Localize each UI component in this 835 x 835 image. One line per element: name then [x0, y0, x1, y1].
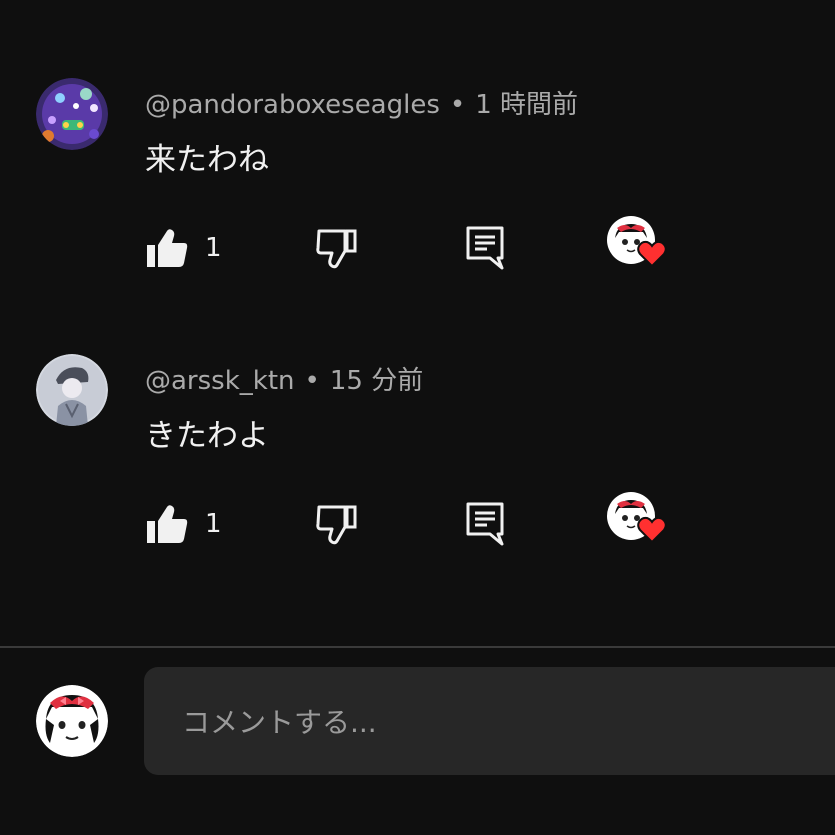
comment-actions: 1 [145, 216, 705, 272]
author-avatar[interactable] [36, 78, 108, 150]
comments-panel: @pandoraboxeseagles • 1 時間前 来たわね 1 @arss… [0, 0, 835, 835]
creator-heart [607, 492, 669, 544]
heart-icon [637, 516, 667, 544]
reply-icon [466, 502, 504, 546]
comment-time[interactable]: 15 分前 [330, 366, 423, 396]
heart-icon [637, 240, 667, 268]
meta-separator: • [304, 366, 320, 396]
creator-heart [607, 216, 669, 268]
comment-input[interactable]: コメントする... [144, 667, 835, 775]
comment-input-placeholder: コメントする... [182, 706, 377, 739]
comment-time[interactable]: 1 時間前 [475, 90, 578, 120]
like-count: 1 [205, 509, 222, 539]
reply-icon [466, 226, 504, 270]
like-button[interactable]: 1 [145, 500, 222, 548]
author-name[interactable]: @arssk_ktn [145, 366, 295, 396]
dislike-button[interactable] [315, 500, 359, 548]
author-avatar[interactable] [36, 354, 108, 426]
comment-text: きたわよ [145, 418, 269, 454]
thumbs-down-icon [316, 229, 357, 269]
comment-meta: @pandoraboxeseagles • 1 時間前 [145, 84, 578, 121]
comment-actions: 1 [145, 492, 705, 548]
composer-divider [0, 646, 835, 648]
like-count: 1 [205, 233, 222, 263]
purple-creature-avatar-icon [36, 78, 108, 150]
comment-meta: @arssk_ktn • 15 分前 [145, 360, 423, 397]
like-button[interactable]: 1 [145, 224, 222, 272]
author-name[interactable]: @pandoraboxeseagles [145, 90, 440, 120]
current-user-avatar [36, 685, 108, 757]
meta-separator: • [449, 90, 466, 120]
current-user-avatar-icon [36, 685, 108, 757]
thumbs-up-icon [147, 229, 188, 267]
comment-text: 来たわね [145, 142, 269, 178]
anime-character-avatar-icon [36, 354, 108, 426]
reply-button[interactable] [465, 500, 505, 548]
dislike-button[interactable] [315, 224, 359, 272]
reply-button[interactable] [465, 224, 505, 272]
thumbs-down-icon [316, 505, 357, 545]
thumbs-up-icon [147, 505, 188, 543]
